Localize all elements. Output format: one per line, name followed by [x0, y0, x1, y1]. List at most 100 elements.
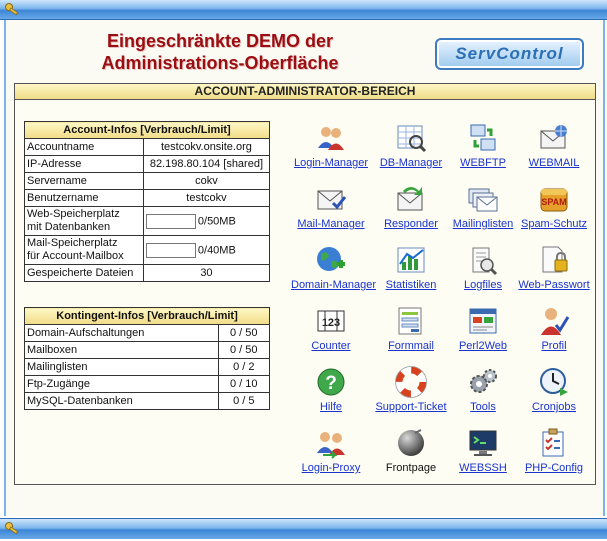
row-label-line-2: für Account-Mailbox	[27, 250, 124, 262]
tool-label: DB-Manager	[379, 157, 443, 169]
account-infos-title: Account-Infos [Verbrauch/Limit]	[24, 121, 270, 139]
row-label: Mailboxen	[24, 341, 219, 359]
tool-cronjobs[interactable]: Cronjobs	[514, 366, 594, 413]
spam-icon: SPAM	[540, 188, 568, 212]
mail-manager-icon	[317, 190, 347, 210]
logfiles-icon	[472, 247, 498, 276]
mail-storage-bar	[145, 242, 196, 258]
gears-icon	[470, 369, 497, 393]
row-value: 30	[142, 264, 271, 282]
tool-label: Formmail	[388, 340, 434, 352]
tool-label: Profil	[541, 340, 567, 352]
tool-tools[interactable]: Tools	[443, 366, 523, 413]
tool-login-proxy[interactable]: Login-Proxy	[291, 427, 371, 474]
mailinglist-icon	[468, 188, 498, 212]
web-storage-bar	[145, 213, 196, 229]
row-value: 0 / 10	[217, 375, 271, 393]
tool-php-config[interactable]: PHP-Config	[514, 427, 594, 474]
tool-label: Frontpage	[385, 462, 437, 474]
tool-profil[interactable]: Profil	[514, 305, 594, 352]
row-label-line-1: Mail-Speicherplatz	[27, 237, 118, 249]
servcontrol-logo: ServControl	[435, 38, 584, 70]
row-label: Mailinglisten	[24, 358, 219, 376]
tool-label: Tools	[470, 401, 496, 413]
svg-text:?: ?	[325, 373, 337, 394]
table-row: Mail-Speicherplatz für Account-Mailbox 0/4…	[24, 235, 271, 265]
tool-webftp[interactable]: WEBFTP	[443, 122, 523, 169]
tool-mailinglisten[interactable]: Mailinglisten	[443, 183, 523, 230]
tool-mail-manager[interactable]: Mail-Manager	[291, 183, 371, 230]
row-value: 0 / 50	[217, 341, 271, 359]
ftp-icon	[470, 124, 496, 151]
tool-label: Cronjobs	[531, 401, 577, 413]
kontingent-infos-table: Kontingent-Infos [Verbrauch/Limit] Domai…	[24, 307, 271, 410]
tool-counter[interactable]: 123 Counter	[291, 305, 371, 352]
bottom-title-bar	[0, 518, 607, 539]
row-label: Benutzername	[24, 189, 144, 207]
tool-label: Web-Passwort	[518, 279, 590, 291]
tool-label: Hilfe	[319, 401, 342, 413]
tool-responder[interactable]: Responder	[371, 183, 451, 230]
row-label: MySQL-Datenbanken	[24, 392, 219, 410]
lock-icon	[542, 246, 568, 273]
tool-support-ticket[interactable]: Support-Ticket	[371, 366, 451, 413]
table-row: Benutzername testcokv	[24, 189, 271, 207]
row-label: Accountname	[24, 138, 144, 156]
profile-icon	[541, 308, 570, 335]
table-row: Servername cokv	[24, 172, 271, 190]
key-icon	[5, 3, 19, 16]
checklist-icon	[542, 428, 564, 457]
row-value: 82.198.80.104 [shared]	[142, 155, 271, 173]
row-label: IP-Adresse	[24, 155, 144, 173]
row-label-line-1: Web-Speicherplatz	[27, 208, 120, 220]
top-title-bar	[0, 0, 607, 20]
row-value: 0/40MB	[142, 235, 271, 265]
tool-login-manager[interactable]: Login-Manager	[291, 122, 371, 169]
tool-label: Responder	[384, 218, 438, 230]
row-value: testcokv.onsite.org	[142, 138, 271, 156]
table-row: MySQL-Datenbanken 0 / 5	[24, 392, 271, 410]
tool-frontpage[interactable]: Frontpage	[371, 427, 451, 474]
table-row: Web-Speicherplatz mit Datenbanken 0/50MB	[24, 206, 271, 236]
tool-webmail[interactable]: WEBMAIL	[514, 122, 594, 169]
tool-logfiles[interactable]: Logfiles	[443, 244, 523, 291]
row-value: 0 / 2	[217, 358, 271, 376]
kontingent-infos-title: Kontingent-Infos [Verbrauch/Limit]	[24, 307, 270, 325]
table-row: Mailinglisten 0 / 2	[24, 358, 271, 376]
logo-text: ServControl	[455, 44, 564, 63]
tool-label: WEBMAIL	[528, 157, 580, 169]
terminal-icon	[469, 430, 497, 456]
tool-web-passwort[interactable]: Web-Passwort	[514, 244, 594, 291]
row-value: 0/50MB	[142, 206, 271, 236]
tool-spam-schutz[interactable]: SPAM Spam-Schutz	[514, 183, 594, 230]
counter-icon: 123	[317, 310, 345, 332]
tool-db-manager[interactable]: DB-Manager	[371, 122, 451, 169]
tool-perl2web[interactable]: Perl2Web	[443, 305, 523, 352]
tool-label: Login-Proxy	[301, 462, 361, 474]
tool-formmail[interactable]: Formmail	[371, 305, 451, 352]
tool-label: Spam-Schutz	[520, 218, 588, 230]
row-value: 0 / 50	[217, 324, 271, 342]
frontpage-icon	[398, 429, 424, 456]
row-value: testcokv	[142, 189, 271, 207]
key-icon	[5, 522, 19, 535]
page-heading: Eingeschränkte DEMO der Administrations-…	[60, 30, 380, 74]
tool-label: PHP-Config	[524, 462, 584, 474]
tool-statistiken[interactable]: Statistiken	[371, 244, 451, 291]
database-grid-icon	[397, 125, 427, 153]
tool-hilfe[interactable]: ? Hilfe	[291, 366, 371, 413]
tool-label: Login-Manager	[294, 157, 368, 169]
globe-icon	[317, 247, 345, 271]
tool-webssh[interactable]: WEBSSH	[443, 427, 523, 474]
section-title: ACCOUNT-ADMINISTRATOR-BEREICH	[15, 84, 595, 100]
row-label: Gespeicherte Dateien	[24, 264, 144, 282]
tool-label: Support-Ticket	[375, 401, 447, 413]
tool-domain-manager[interactable]: Domain-Manager	[291, 244, 376, 291]
row-value: 0 / 5	[217, 392, 271, 410]
table-row: IP-Adresse 82.198.80.104 [shared]	[24, 155, 271, 173]
table-row: Mailboxen 0 / 50	[24, 341, 271, 359]
row-label: Web-Speicherplatz mit Datenbanken	[24, 206, 144, 236]
account-infos-table: Account-Infos [Verbrauch/Limit] Accountn…	[24, 121, 271, 282]
tool-label: Counter	[311, 340, 351, 352]
tool-label: WEBSSH	[459, 462, 507, 474]
